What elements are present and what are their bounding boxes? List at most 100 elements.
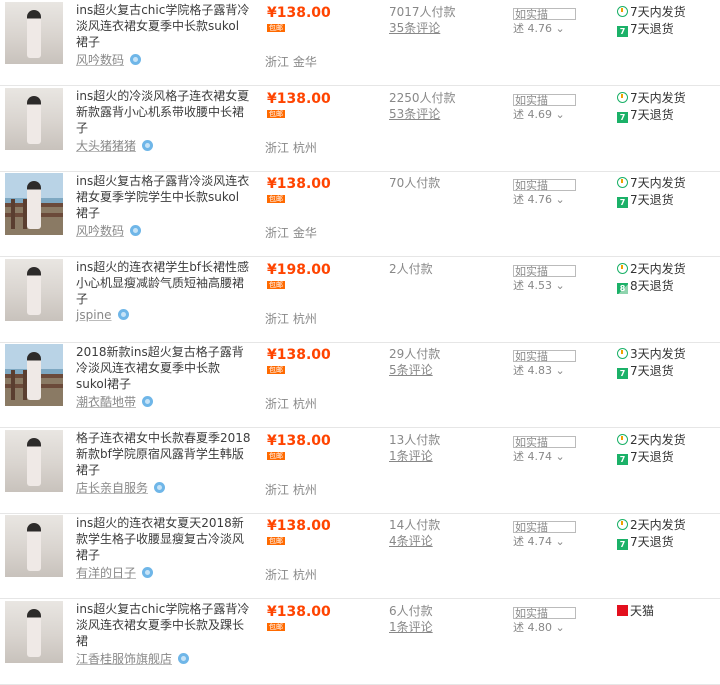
service-label: 7天退货 <box>630 535 674 549</box>
service-label: 2天内发货 <box>630 432 686 447</box>
description-rating-score[interactable]: 述 4.74 ⌄ <box>513 533 565 549</box>
shop-name: 潮衣酷地带 <box>76 395 137 409</box>
seller-location: 浙江 杭州 <box>265 397 317 411</box>
product-thumbnail[interactable] <box>5 258 63 321</box>
shop-name-link[interactable]: jspine <box>76 308 129 322</box>
wangwang-chat-icon[interactable] <box>117 308 129 320</box>
reviews-link[interactable]: 4条评论 <box>389 532 433 549</box>
shop-name-link[interactable]: 潮衣酷地带 <box>76 393 154 410</box>
product-price: ¥138.00 <box>267 603 331 620</box>
service-item[interactable]: 7 7天退货 <box>617 362 674 379</box>
description-rating-label[interactable]: 如实描 <box>513 606 576 619</box>
product-title-link[interactable]: 2018新款ins超火复古格子露背冷淡风连衣裙女夏季中长款sukol裙子 <box>76 344 251 392</box>
service-item[interactable]: 2天内发货 <box>617 260 686 277</box>
seven-day-return-icon: 7 <box>617 368 628 379</box>
description-rating-score[interactable]: 述 4.69 ⌄ <box>513 106 565 122</box>
description-rating-score[interactable]: 述 4.53 ⌄ <box>513 277 565 293</box>
service-item[interactable]: 7 7天退货 <box>617 20 674 37</box>
service-label: 3天内发货 <box>630 347 686 361</box>
wangwang-chat-icon[interactable] <box>142 567 154 578</box>
seller-location: 浙江 金华 <box>265 226 317 240</box>
service-item[interactable]: 天猫 <box>617 602 654 619</box>
product-thumbnail[interactable] <box>5 429 63 492</box>
product-row[interactable]: 2018新款ins超火复古格子露背冷淡风连衣裙女夏季中长款sukol裙子潮衣酷地… <box>0 342 720 428</box>
sales-count: 13人付款 <box>389 432 441 447</box>
seven-day-return-icon: 7 <box>617 539 628 550</box>
product-row[interactable]: 格子连衣裙女中长款春夏季2018新款bf学院原宿风露背学生韩版裙子 店长亲自服务 ¥… <box>0 428 720 514</box>
clock-icon <box>617 433 628 445</box>
free-shipping-badge: 包邮 <box>267 195 285 203</box>
service-item[interactable]: 7 7天退货 <box>617 533 674 550</box>
product-title-link[interactable]: ins超火复古chic学院格子露背冷淡风连衣裙女夏季中长款及踝长裙 <box>76 601 251 649</box>
shop-name: 有洋的日子 <box>76 566 137 580</box>
product-price: ¥198.00 <box>267 261 331 278</box>
description-rating-score[interactable]: 述 4.76 ⌄ <box>513 20 565 36</box>
service-item[interactable]: 7 7天退货 <box>617 106 674 123</box>
clock-icon <box>617 177 628 188</box>
wangwang-chat-icon[interactable] <box>178 652 190 664</box>
description-rating-label[interactable]: 如实描 <box>513 350 576 362</box>
service-item[interactable]: 7天内发货 <box>617 89 686 106</box>
product-title-link[interactable]: ins超火复古chic学院格子露背冷淡风连衣裙女夏季中长款sukol裙子 <box>76 2 251 50</box>
description-rating-label[interactable]: 如实描 <box>513 93 576 106</box>
description-rating-label[interactable]: 如实描 <box>513 179 576 191</box>
description-rating-label[interactable]: 如实描 <box>513 521 576 533</box>
clock-icon <box>617 262 628 274</box>
service-item[interactable]: 7天内发货 <box>617 3 686 20</box>
shop-name-link[interactable]: 江香桂服饰旗舰店 <box>76 650 190 667</box>
wangwang-chat-icon[interactable] <box>130 225 142 236</box>
service-item[interactable]: 3天内发货 <box>617 345 686 362</box>
description-rating-score[interactable]: 述 4.76 ⌄ <box>513 191 565 207</box>
description-rating-label[interactable]: 如实描 <box>513 435 576 448</box>
service-item[interactable]: 8 8天退货 <box>617 277 674 294</box>
product-row[interactable]: ins超火的连衣裙学生bf长裙性感小心机显瘦减龄气质短袖高腰裙子 jspine ¥1… <box>0 257 720 343</box>
service-item[interactable]: 2天内发货 <box>617 516 686 533</box>
service-item[interactable]: 7天内发货 <box>617 174 686 191</box>
service-item[interactable]: 7 7天退货 <box>617 191 674 208</box>
product-row[interactable]: ins超火的连衣裙女夏天2018新款学生格子收腰显瘦复古冷淡风裙子 有洋的日子 ¥1… <box>0 513 720 599</box>
description-rating-score[interactable]: 述 4.83 ⌄ <box>513 362 565 378</box>
description-rating-score[interactable]: 述 4.80 ⌄ <box>513 619 565 635</box>
product-row[interactable]: ins超火复古chic学院格子露背冷淡风连衣裙女夏季中长款及踝长裙 江香桂服饰旗舰… <box>0 599 720 685</box>
product-thumbnail[interactable] <box>5 600 63 663</box>
free-shipping-badge: 包邮 <box>267 366 285 374</box>
seven-day-return-icon: 7 <box>617 453 628 465</box>
product-title-link[interactable]: ins超火的连衣裙女夏天2018新款学生格子收腰显瘦复古冷淡风裙子 <box>76 515 251 563</box>
seven-day-return-icon: 7 <box>617 111 628 123</box>
reviews-link[interactable]: 53条评论 <box>389 105 440 122</box>
wangwang-chat-icon[interactable] <box>142 139 154 151</box>
sales-count: 6人付款 <box>389 603 433 618</box>
product-title-link[interactable]: ins超火的冷淡风格子连衣裙女夏新款露背小心机系带收腰中长裙子 <box>76 88 251 136</box>
product-row[interactable]: ins超火的冷淡风格子连衣裙女夏新款露背小心机系带收腰中长裙子 大头猪猪猪 ¥138… <box>0 86 720 172</box>
service-item[interactable]: 2天内发货 <box>617 431 686 448</box>
service-item[interactable]: 7 7天退货 <box>617 448 674 465</box>
product-thumbnail[interactable] <box>5 87 63 150</box>
product-row[interactable]: ins超火复古格子露背冷淡风连衣裙女夏季学院学生中长款sukol裙子 风吟数码 ¥1… <box>0 171 720 257</box>
eight-day-return-icon: 8 <box>617 282 628 294</box>
product-thumbnail[interactable] <box>5 2 63 64</box>
wangwang-chat-icon[interactable] <box>142 396 154 407</box>
reviews-link[interactable]: 35条评论 <box>389 19 440 36</box>
product-thumbnail[interactable] <box>5 344 63 406</box>
shop-name-link[interactable]: 风吟数码 <box>76 51 142 68</box>
reviews-link[interactable]: 1条评论 <box>389 447 433 464</box>
product-title-link[interactable]: 格子连衣裙女中长款春夏季2018新款bf学院原宿风露背学生韩版裙子 <box>76 430 251 478</box>
description-rating-label[interactable]: 如实描 <box>513 8 576 20</box>
shop-name-link[interactable]: 店长亲自服务 <box>76 479 166 496</box>
product-row[interactable]: ins超火复古chic学院格子露背冷淡风连衣裙女夏季中长款sukol裙子 风吟数码… <box>0 0 720 86</box>
description-rating-label[interactable]: 如实描 <box>513 264 576 277</box>
product-price: ¥138.00 <box>267 5 331 21</box>
reviews-link[interactable]: 5条评论 <box>389 361 433 378</box>
product-thumbnail[interactable] <box>5 173 63 235</box>
service-label: 7天退货 <box>630 449 674 464</box>
product-title-link[interactable]: ins超火复古格子露背冷淡风连衣裙女夏季学院学生中长款sukol裙子 <box>76 173 251 221</box>
description-rating-score[interactable]: 述 4.74 ⌄ <box>513 448 565 464</box>
shop-name-link[interactable]: 有洋的日子 <box>76 564 154 581</box>
wangwang-chat-icon[interactable] <box>154 481 166 493</box>
shop-name-link[interactable]: 风吟数码 <box>76 222 142 239</box>
wangwang-chat-icon[interactable] <box>130 54 142 65</box>
product-title-link[interactable]: ins超火的连衣裙学生bf长裙性感小心机显瘦减龄气质短袖高腰裙子 <box>76 259 251 307</box>
reviews-link[interactable]: 1条评论 <box>389 618 433 635</box>
shop-name-link[interactable]: 大头猪猪猪 <box>76 137 154 154</box>
product-thumbnail[interactable] <box>5 515 63 577</box>
